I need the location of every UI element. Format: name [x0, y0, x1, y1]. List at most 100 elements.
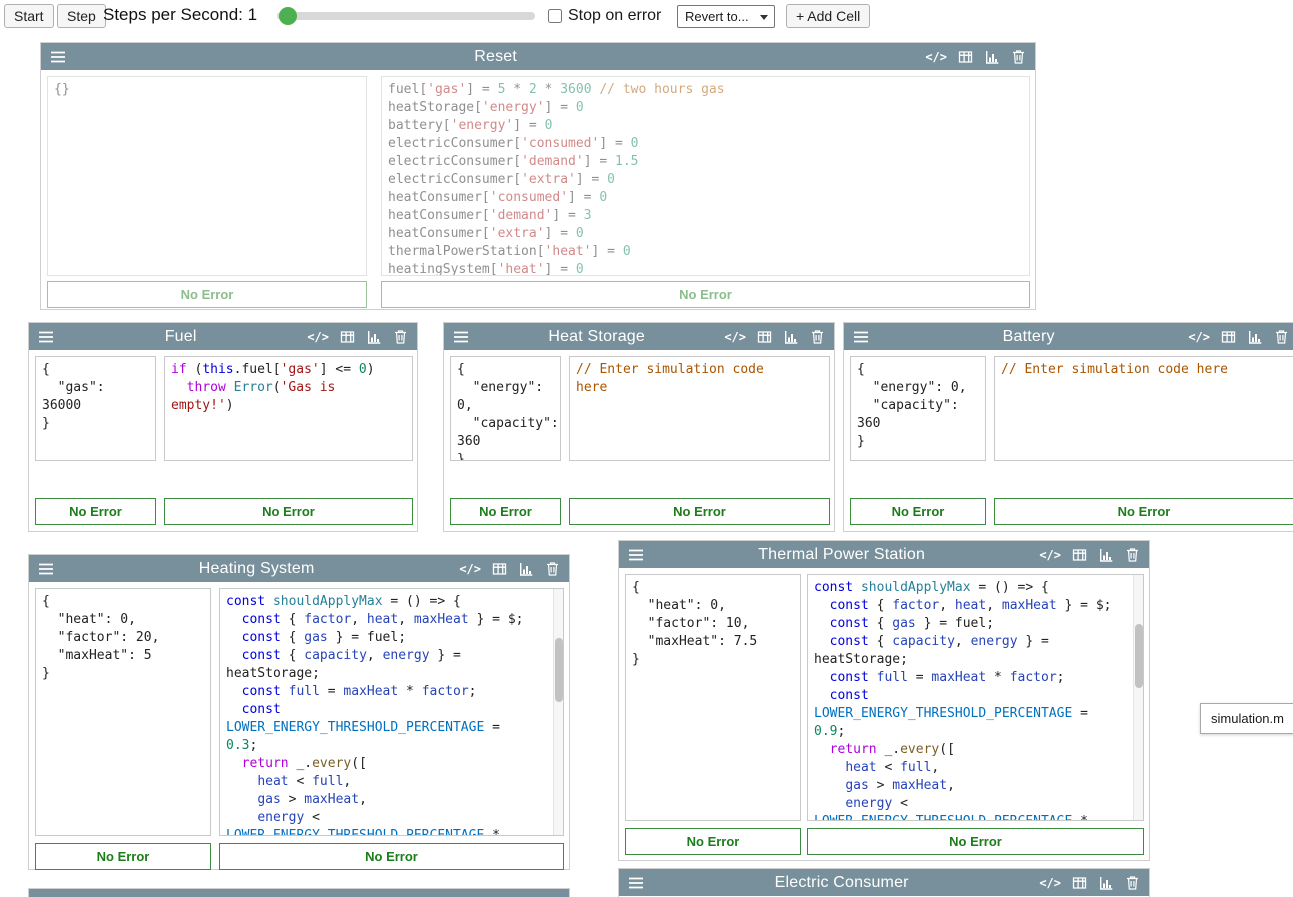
drag-handle-icon[interactable]: [853, 330, 869, 344]
header-icons: </>: [307, 329, 408, 345]
table-icon[interactable]: [491, 561, 508, 577]
code-icon[interactable]: </>: [307, 331, 329, 343]
code-icon[interactable]: </>: [459, 563, 481, 575]
state-json-editor[interactable]: { "energy": 0, "capacity": 360 }: [450, 356, 561, 461]
state-json-editor[interactable]: { "gas": 36000 }: [35, 356, 156, 461]
state-json-editor[interactable]: {}: [47, 76, 367, 276]
code-line: here: [576, 379, 823, 397]
header-icons: </>: [724, 329, 825, 345]
chevron-down-icon: [760, 15, 768, 20]
code-line: LOWER_ENERGY_THRESHOLD_PERCENTAGE =: [226, 719, 557, 737]
state-json-editor[interactable]: { "heat": 0, "factor": 10, "maxHeat": 7.…: [625, 574, 801, 821]
cell-header: [29, 889, 569, 897]
drag-handle-icon[interactable]: [38, 330, 54, 344]
start-button[interactable]: Start: [4, 4, 54, 28]
code-line: heat < full,: [814, 759, 1137, 777]
scrollbar[interactable]: [1133, 575, 1143, 820]
code-icon[interactable]: </>: [1039, 549, 1061, 561]
step-button[interactable]: Step: [57, 4, 106, 28]
code-line: LOWER_ENERGY_THRESHOLD_PERCENTAGE =: [814, 705, 1137, 723]
code-line: const { capacity, energy } =: [226, 647, 557, 665]
code-line: gas > maxHeat,: [814, 777, 1137, 795]
trash-icon[interactable]: [1274, 329, 1289, 345]
trash-icon[interactable]: [810, 329, 825, 345]
table-icon[interactable]: [957, 49, 974, 65]
header-icons: </>: [1188, 329, 1289, 345]
trash-icon[interactable]: [393, 329, 408, 345]
chart-icon[interactable]: [984, 49, 1001, 65]
trash-icon[interactable]: [1125, 875, 1140, 891]
table-icon[interactable]: [1071, 547, 1088, 563]
code-line: thermalPowerStation['heat'] = 0: [388, 243, 1023, 261]
code-editor[interactable]: // Enter simulation codehere: [569, 356, 830, 461]
code-editor[interactable]: const shouldApplyMax = () => { const { f…: [219, 588, 564, 836]
drag-handle-icon[interactable]: [453, 330, 469, 344]
code-editor[interactable]: if (this.fuel['gas'] <= 0) throw Error('…: [164, 356, 413, 461]
code-line: empty!'): [171, 397, 406, 415]
add-cell-button[interactable]: + Add Cell: [786, 4, 870, 28]
drag-handle-icon[interactable]: [38, 562, 54, 576]
code-icon[interactable]: </>: [1188, 331, 1210, 343]
trash-icon[interactable]: [1011, 49, 1026, 65]
cell-header: Heating System</>: [29, 555, 569, 582]
speed-slider[interactable]: [277, 12, 535, 20]
code-error-status: No Error: [219, 843, 564, 870]
chart-icon[interactable]: [1098, 547, 1115, 563]
steps-per-second-label: Steps per Second: 1: [103, 5, 257, 25]
code-editor[interactable]: // Enter simulation code here: [994, 356, 1293, 461]
code-line: heatConsumer['extra'] = 0: [388, 225, 1023, 243]
code-icon[interactable]: </>: [925, 51, 947, 63]
header-icons: </>: [1039, 547, 1140, 563]
code-line: fuel['gas'] = 5 * 2 * 3600 // two hours …: [388, 81, 1023, 99]
table-icon[interactable]: [1071, 875, 1088, 891]
code-line: const full = maxHeat * factor;: [226, 683, 557, 701]
cell-title: Thermal Power Station: [653, 546, 1030, 564]
chart-icon[interactable]: [783, 329, 800, 345]
code-editor[interactable]: fuel['gas'] = 5 * 2 * 3600 // two hours …: [381, 76, 1030, 276]
code-line: energy <: [814, 795, 1137, 813]
chart-icon[interactable]: [366, 329, 383, 345]
code-icon[interactable]: </>: [724, 331, 746, 343]
slider-knob[interactable]: [279, 7, 297, 25]
drag-handle-icon[interactable]: [628, 876, 644, 890]
state-json-editor[interactable]: { "heat": 0, "factor": 20, "maxHeat": 5 …: [35, 588, 211, 836]
cell-title: Battery: [878, 328, 1179, 346]
table-icon[interactable]: [756, 329, 773, 345]
chart-icon[interactable]: [1098, 875, 1115, 891]
cell-title: Electric Consumer: [653, 874, 1030, 892]
scrollbar[interactable]: [553, 589, 563, 835]
cell-title: Reset: [75, 48, 916, 66]
cell-header: Heat Storage </>: [444, 323, 834, 350]
code-editor[interactable]: const shouldApplyMax = () => { const { f…: [807, 574, 1144, 821]
cell-title: Fuel: [63, 328, 298, 346]
stop-on-error-checkbox[interactable]: [548, 9, 562, 23]
speed-label-text: Steps per Second:: [103, 5, 243, 24]
code-line: heatConsumer['demand'] = 3: [388, 207, 1023, 225]
chart-icon[interactable]: [1247, 329, 1264, 345]
code-error-status: No Error: [164, 498, 413, 525]
table-icon[interactable]: [1220, 329, 1237, 345]
code-icon[interactable]: </>: [1039, 877, 1061, 889]
cell-title: Heat Storage: [478, 328, 715, 346]
state-error-status: No Error: [35, 843, 211, 870]
chart-icon[interactable]: [518, 561, 535, 577]
drag-handle-icon[interactable]: [628, 548, 644, 562]
scrollbar-thumb[interactable]: [555, 638, 563, 702]
code-error-status: No Error: [807, 828, 1144, 855]
scrollbar-thumb[interactable]: [1135, 624, 1143, 688]
cell-electric-consumer: Electric Consumer </>: [618, 868, 1150, 897]
cell-header: Battery </>: [844, 323, 1293, 350]
revert-dropdown[interactable]: Revert to...: [677, 5, 775, 28]
cell-thermal-power-station: Thermal Power Station </> { "heat": 0, "fa…: [618, 540, 1150, 861]
drag-handle-icon[interactable]: [50, 50, 66, 64]
table-icon[interactable]: [339, 329, 356, 345]
speed-value: 1: [248, 5, 257, 24]
code-line: 0.3;: [226, 737, 557, 755]
code-line: 0.9;: [814, 723, 1137, 741]
trash-icon[interactable]: [1125, 547, 1140, 563]
state-error-status: No Error: [47, 281, 367, 308]
state-json-editor[interactable]: { "energy": 0, "capacity": 360 }: [850, 356, 986, 461]
simulation-notebook-page: Start Step Steps per Second: 1 Stop on e…: [0, 0, 1293, 897]
trash-icon[interactable]: [545, 561, 560, 577]
header-icons: </>: [925, 49, 1026, 65]
